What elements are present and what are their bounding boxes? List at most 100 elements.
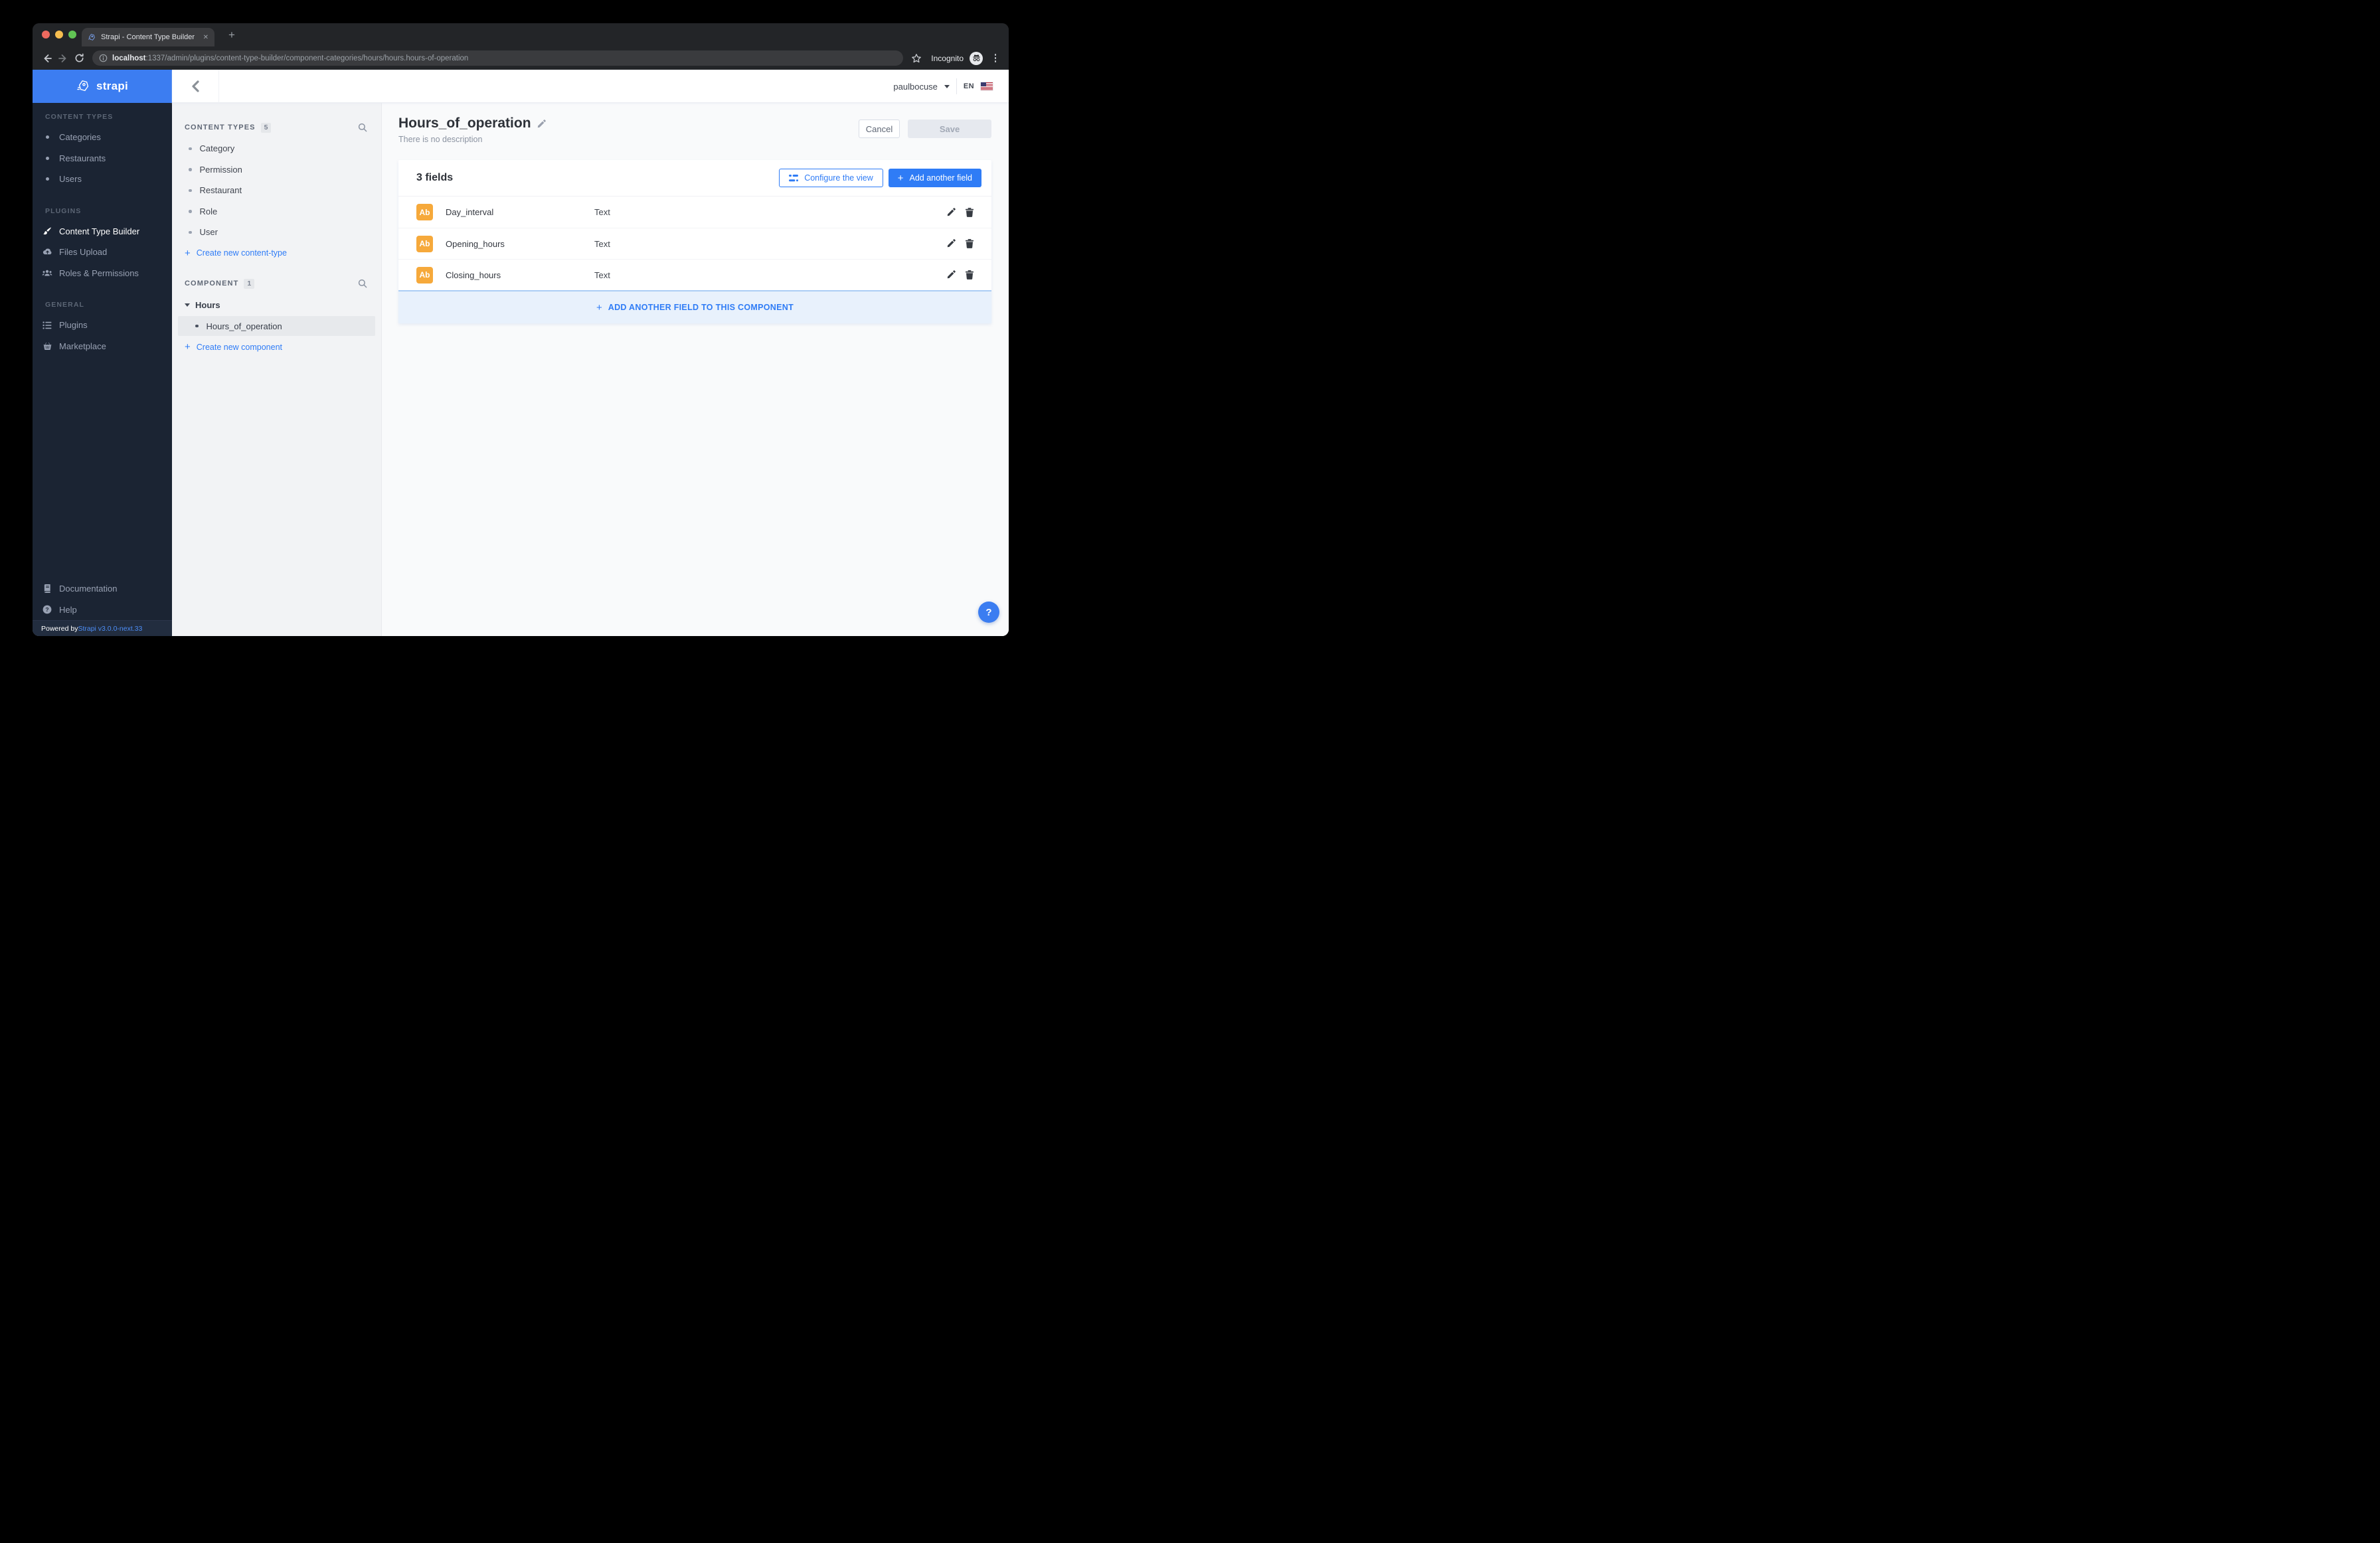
back-button[interactable] — [172, 70, 219, 103]
back-icon[interactable] — [39, 50, 55, 66]
page-title: Hours_of_operation — [398, 116, 531, 131]
text-type-badge: Ab — [416, 235, 433, 252]
field-row-day-interval[interactable]: Ab Day_interval Text — [398, 197, 991, 228]
sidebar-item-users[interactable]: Users — [33, 169, 172, 190]
component-group-title: COMPONENT — [185, 280, 239, 287]
field-name: Closing_hours — [446, 270, 501, 280]
close-tab-icon[interactable]: ✕ — [203, 34, 209, 41]
content-types-count-badge: 5 — [260, 122, 272, 133]
fields-count: 3 fields — [416, 172, 454, 183]
brush-icon — [41, 226, 53, 236]
component-category-hours[interactable]: Hours — [172, 294, 381, 315]
content-row: CONTENT TYPES 5 Category Permission Rest… — [172, 103, 1009, 636]
sidebar-item-files-upload[interactable]: Files Upload — [33, 242, 172, 263]
svg-text:?: ? — [45, 606, 48, 613]
create-component-link[interactable]: + Create new component — [172, 337, 381, 358]
search-icon[interactable] — [358, 123, 367, 132]
url-path: :1337/admin/plugins/content-type-builder… — [145, 54, 469, 62]
minimize-window-button[interactable] — [55, 31, 63, 39]
user-menu[interactable]: paulbocuse — [893, 82, 938, 92]
strapi-version-link[interactable]: Strapi v3.0.0-next.33 — [78, 625, 142, 633]
sidebar-item-content-type-builder[interactable]: Content Type Builder — [33, 221, 172, 242]
delete-trash-icon[interactable] — [966, 270, 974, 280]
site-info-icon[interactable] — [99, 54, 108, 62]
fields-panel-header: 3 fields Configure the view + Add anothe… — [398, 160, 991, 196]
browser-window: Strapi - Content Type Builder ✕ + localh… — [33, 23, 1009, 636]
edit-pencil-icon[interactable] — [947, 270, 956, 280]
sidebar-item-help[interactable]: ? Help — [33, 600, 172, 621]
builder-subnav: CONTENT TYPES 5 Category Permission Rest… — [172, 103, 382, 636]
browser-toolbar: localhost:1337/admin/plugins/content-typ… — [33, 46, 1009, 70]
bullet-icon — [41, 135, 53, 139]
zoom-window-button[interactable] — [68, 31, 76, 39]
browser-tab[interactable]: Strapi - Content Type Builder ✕ — [82, 28, 214, 46]
sidebar-item-marketplace[interactable]: Marketplace — [33, 336, 172, 357]
field-row-opening-hours[interactable]: Ab Opening_hours Text — [398, 228, 991, 259]
edit-pencil-icon[interactable] — [947, 239, 956, 248]
field-type: Text — [594, 238, 610, 249]
create-content-type-link[interactable]: + Create new content-type — [172, 243, 381, 264]
cancel-button[interactable]: Cancel — [859, 120, 900, 138]
add-field-to-component-button[interactable]: + ADD ANOTHER FIELD TO THIS COMPONENT — [398, 290, 991, 323]
divider — [956, 78, 957, 94]
app-header: paulbocuse EN — [172, 70, 1009, 103]
url-bar[interactable]: localhost:1337/admin/plugins/content-typ… — [92, 50, 904, 66]
sidebar-item-plugins[interactable]: Plugins — [33, 315, 172, 336]
field-row-closing-hours[interactable]: Ab Closing_hours Text — [398, 259, 991, 290]
chevron-down-icon[interactable] — [944, 84, 950, 88]
bookmark-star-icon[interactable] — [908, 50, 924, 66]
users-group-icon — [41, 268, 53, 278]
save-button[interactable]: Save — [908, 120, 991, 138]
list-icon — [41, 321, 53, 330]
incognito-label: Incognito — [931, 53, 964, 63]
strapi-rocket-icon — [77, 80, 89, 92]
sidebar-item-documentation[interactable]: Documentation — [33, 578, 172, 600]
cloud-upload-icon — [41, 247, 53, 257]
content-type-item-permission[interactable]: Permission — [172, 159, 381, 181]
edit-pencil-icon[interactable] — [947, 207, 956, 217]
locale-label[interactable]: EN — [964, 82, 974, 90]
section-label-content-types: CONTENT TYPES — [45, 113, 114, 121]
fields-list: Ab Day_interval Text Ab Opening_hours Te… — [398, 196, 991, 290]
configure-view-button[interactable]: Configure the view — [779, 169, 883, 187]
close-window-button[interactable] — [42, 31, 50, 39]
row-actions — [947, 270, 974, 280]
section-label-plugins: PLUGINS — [45, 206, 82, 215]
chevron-expanded-icon — [185, 303, 190, 307]
content-type-item-role[interactable]: Role — [172, 201, 381, 222]
component-count-badge: 1 — [244, 278, 255, 289]
us-flag-icon[interactable] — [981, 82, 993, 90]
strapi-favicon-icon — [88, 33, 95, 41]
right-column: paulbocuse EN CONTENT TYPES 5 Category P… — [172, 70, 1009, 636]
powered-by-text: Powered by — [41, 624, 78, 633]
plus-icon: + — [185, 247, 191, 259]
url-text: localhost:1337/admin/plugins/content-typ… — [112, 54, 468, 62]
delete-trash-icon[interactable] — [966, 207, 974, 217]
question-circle-icon: ? — [41, 605, 53, 614]
strapi-logo[interactable]: strapi — [33, 70, 172, 103]
delete-trash-icon[interactable] — [966, 239, 974, 248]
content-types-list: Category Permission Restaurant Role User — [172, 138, 381, 243]
sidebar-item-categories[interactable]: Categories — [33, 127, 172, 148]
help-fab-button[interactable]: ? — [978, 602, 999, 623]
browser-menu-icon[interactable] — [989, 52, 1002, 65]
add-another-field-button[interactable]: + Add another field — [888, 169, 981, 187]
sidebar-item-roles-permissions[interactable]: Roles & Permissions — [33, 263, 172, 284]
incognito-avatar-icon[interactable] — [970, 51, 983, 65]
search-icon[interactable] — [358, 279, 367, 288]
plus-icon: + — [897, 172, 904, 184]
bullet-icon — [41, 156, 53, 160]
sidebar-item-restaurants[interactable]: Restaurants — [33, 148, 172, 169]
component-item-hours-of-operation-selected[interactable]: Hours_of_operation — [178, 316, 375, 336]
content-type-item-restaurant[interactable]: Restaurant — [172, 180, 381, 201]
edit-title-pencil-icon[interactable] — [537, 119, 546, 128]
content-type-item-category[interactable]: Category — [172, 138, 381, 159]
reload-icon[interactable] — [71, 50, 87, 66]
header-actions: Cancel Save — [859, 120, 991, 138]
new-tab-button[interactable]: + — [224, 27, 240, 43]
content-types-group-header: CONTENT TYPES 5 — [172, 120, 381, 135]
forward-icon[interactable] — [55, 50, 71, 66]
strapi-app: strapi CONTENT TYPES Categories Restaura… — [33, 70, 1009, 636]
content-type-item-user[interactable]: User — [172, 222, 381, 243]
